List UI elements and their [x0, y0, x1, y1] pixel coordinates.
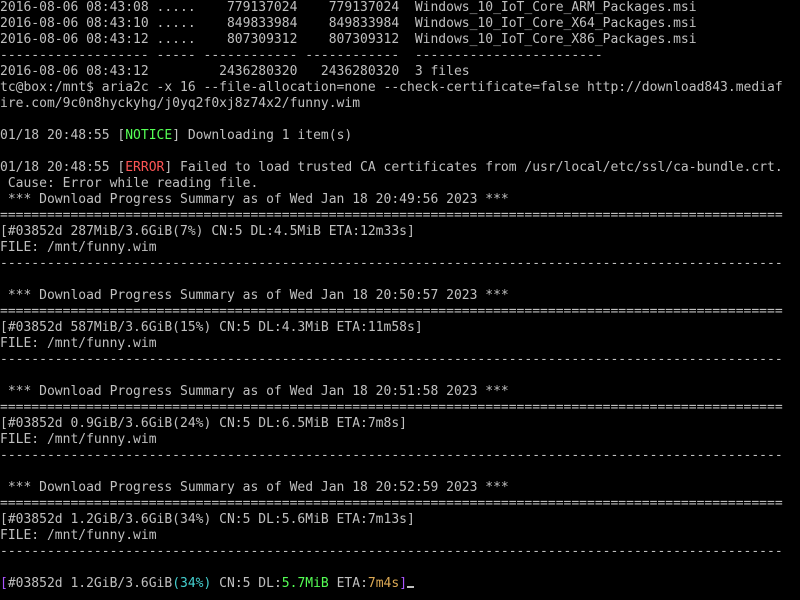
- live-eta-label: ETA:: [328, 576, 368, 591]
- listing-total: 2016-08-06 08:43:12 2436280320 243628032…: [0, 64, 470, 79]
- terminal-window[interactable]: 2016-08-06 08:43:08 ..... 779137024 7791…: [0, 0, 800, 600]
- error-cause: Cause: Error while reading file.: [0, 176, 259, 191]
- single-rule: ----------------------------------------…: [0, 448, 783, 463]
- live-percent: (34%): [172, 576, 212, 591]
- listing-separator: ------------------- ----- ------------ -…: [0, 48, 603, 63]
- summary-progress: [#03852d 1.2GiB/3.6GiB(34%) CN:5 DL:5.6M…: [0, 512, 415, 527]
- live-size: 1.2GiB/3.6GiB: [70, 576, 173, 591]
- live-bracket-close: ]: [399, 576, 408, 591]
- live-gid: #03852d: [7, 576, 71, 591]
- double-rule: ========================================…: [0, 304, 783, 319]
- single-rule: ----------------------------------------…: [0, 544, 783, 559]
- notice-tag: NOTICE: [125, 128, 173, 143]
- listing-line: 2016-08-06 08:43:12 ..... 807309312 8073…: [0, 32, 697, 47]
- single-rule: ----------------------------------------…: [0, 256, 783, 271]
- live-bracket-open: [: [0, 576, 8, 591]
- notice-line: 01/18 20:48:55 [NOTICE] Downloading 1 it…: [0, 128, 800, 144]
- summary-header: *** Download Progress Summary as of Wed …: [0, 384, 509, 399]
- summary-file: FILE: /mnt/funny.wim: [0, 432, 157, 447]
- double-rule: ========================================…: [0, 496, 783, 511]
- summary-header: *** Download Progress Summary as of Wed …: [0, 480, 509, 495]
- single-rule: ----------------------------------------…: [0, 352, 783, 367]
- error-time: 01/18 20:48:55: [0, 160, 118, 175]
- error-line: 01/18 20:48:55 [ERROR] Failed to load tr…: [0, 160, 800, 176]
- command-line: tc@box:/mnt$ aria2c -x 16 --file-allocat…: [0, 80, 783, 95]
- notice-time: 01/18 20:48:55: [0, 128, 118, 143]
- summary-file: FILE: /mnt/funny.wim: [0, 528, 157, 543]
- cursor-icon[interactable]: [407, 586, 415, 588]
- live-speed: 5.7MiB: [281, 576, 329, 591]
- notice-message: Downloading 1 item(s): [180, 128, 353, 143]
- live-eta: 7m4s: [367, 576, 400, 591]
- summary-header: *** Download Progress Summary as of Wed …: [0, 288, 509, 303]
- live-progress-line: [#03852d 1.2GiB/3.6GiB(34%) CN:5 DL:5.7M…: [0, 576, 800, 592]
- summary-header: *** Download Progress Summary as of Wed …: [0, 192, 509, 207]
- listing-line: 2016-08-06 08:43:10 ..... 849833984 8498…: [0, 16, 697, 31]
- summary-file: FILE: /mnt/funny.wim: [0, 336, 157, 351]
- live-connections: CN:5 DL:: [211, 576, 282, 591]
- error-tag: ERROR: [125, 160, 165, 175]
- summary-progress: [#03852d 0.9GiB/3.6GiB(24%) CN:5 DL:6.5M…: [0, 416, 407, 431]
- notice-bracket-close: ]: [172, 128, 181, 143]
- summary-progress: [#03852d 287MiB/3.6GiB(7%) CN:5 DL:4.5Mi…: [0, 224, 415, 239]
- listing-line: 2016-08-06 08:43:08 ..... 779137024 7791…: [0, 0, 697, 15]
- summary-file: FILE: /mnt/funny.wim: [0, 240, 157, 255]
- command-line-wrap: ire.com/9c0n8hyckyhg/j0yq2f0xj8z74x2/fun…: [0, 96, 361, 111]
- double-rule: ========================================…: [0, 400, 783, 415]
- double-rule: ========================================…: [0, 208, 783, 223]
- error-message: Failed to load trusted CA certificates f…: [172, 160, 783, 175]
- summary-progress: [#03852d 587MiB/3.6GiB(15%) CN:5 DL:4.3M…: [0, 320, 423, 335]
